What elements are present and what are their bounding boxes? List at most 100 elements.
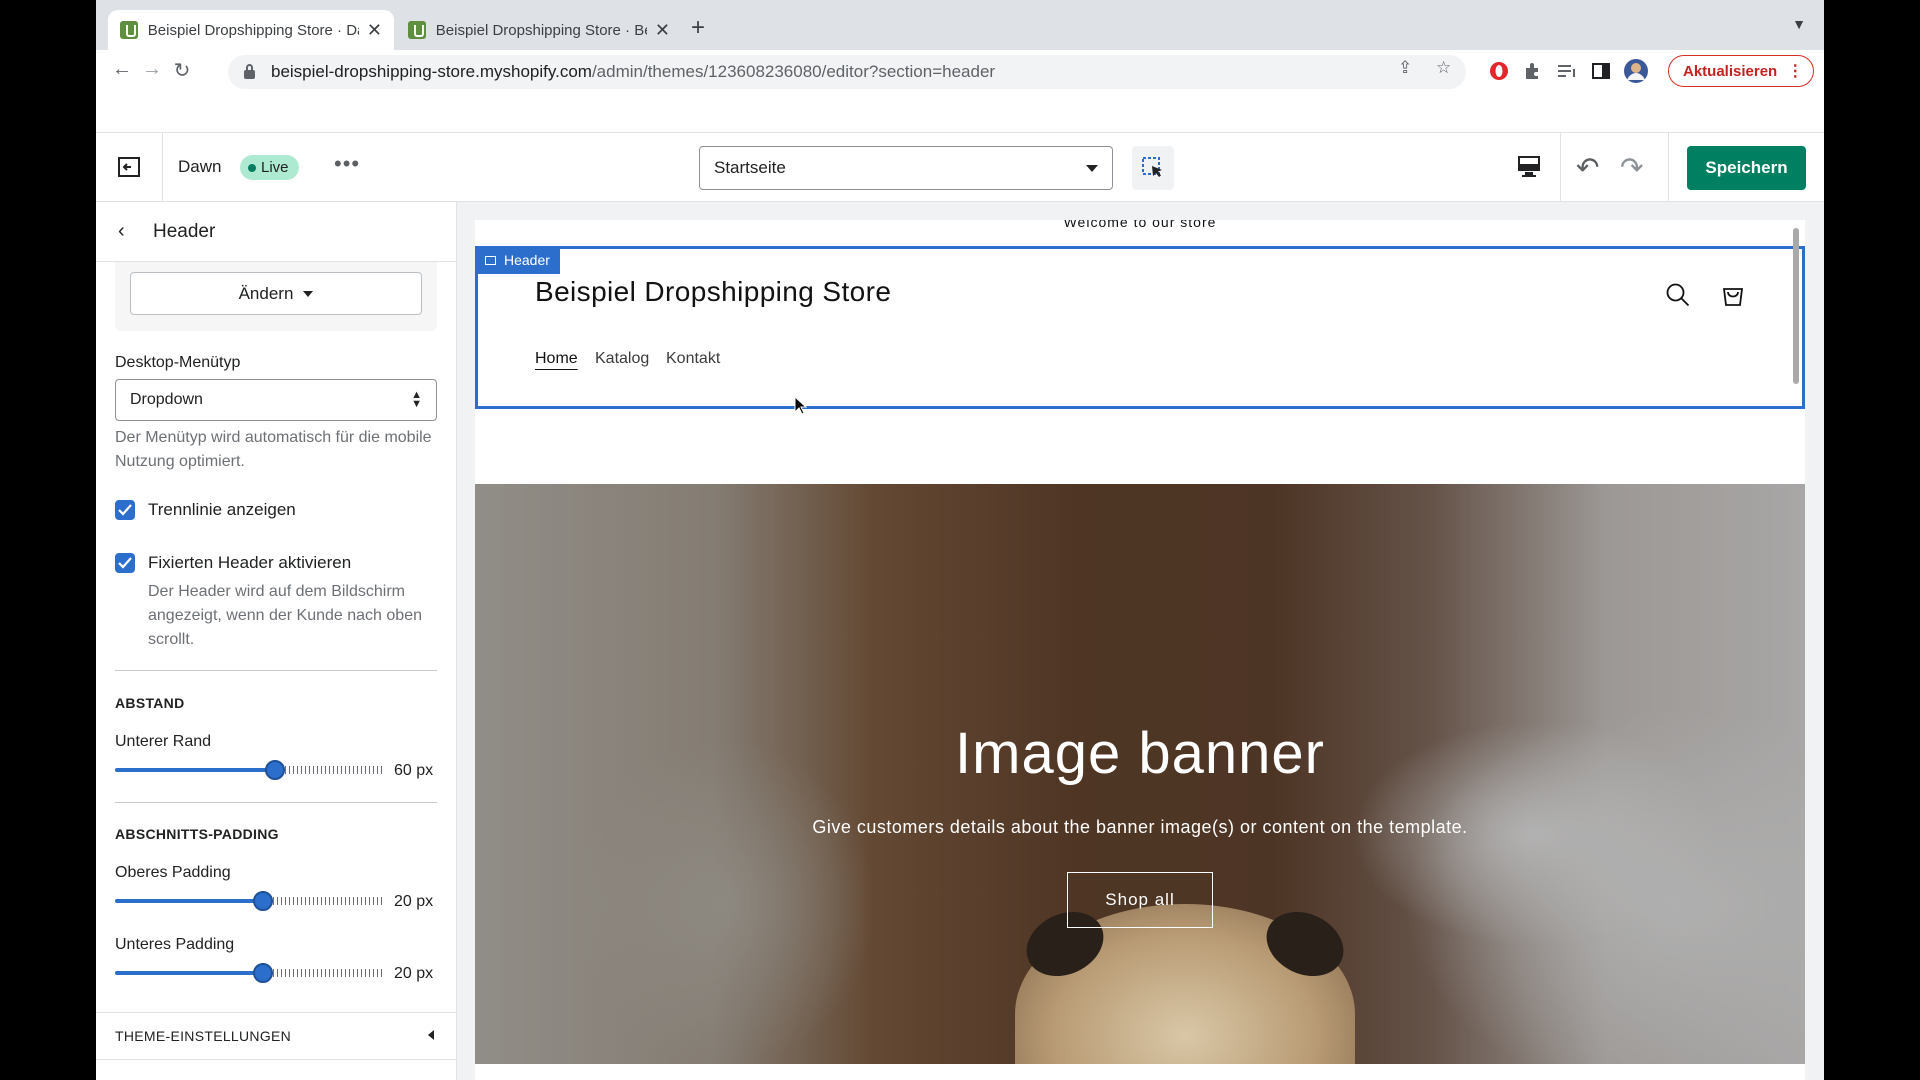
change-menu-button[interactable]: Ändern [130,272,422,315]
banner-title: Image banner [955,721,1325,786]
menu-type-value: Dropdown [130,391,203,408]
image-banner: Image banner Give customers details abou… [475,484,1805,1064]
cart-icon[interactable] [1719,280,1747,308]
side-panel-icon[interactable] [1590,60,1612,82]
header-tag-label: Header [504,252,550,268]
store-preview: Welcome to our store Header Beispiel Dro… [457,202,1824,1080]
extensions-puzzle-icon[interactable] [1522,60,1544,82]
screen: Beispiel Dropshipping Store · Dawn · Sho… [96,0,1824,1080]
bookmark-star-icon[interactable]: ☆ [1436,58,1451,78]
divider-label: Trennlinie anzeigen [148,500,296,519]
menu-type-label: Desktop-Menütyp [115,354,241,371]
live-badge: Live [240,155,299,180]
page-select-value: Startseite [714,158,786,177]
nav-link-kontakt[interactable]: Kontakt [666,350,720,368]
menu-type-select[interactable]: Dropdown ▲ ▼ [115,379,437,421]
reload-icon[interactable]: ↻ [168,58,196,83]
bottom-margin-slider[interactable] [115,760,385,780]
sticky-header-label: Fixierten Header aktivieren [148,553,352,572]
save-button[interactable]: Speichern [1687,146,1806,190]
banner-text: Give customers details about the banner … [812,817,1468,837]
top-padding-slider[interactable] [115,891,385,911]
browser-toolbar: ← → ↻ beispiel-dropshipping-store.myshop… [96,50,1824,94]
settings-sidebar: ‹ Header Ändern Desktop-Menütyp Dropdown… [96,202,457,1080]
tab-title: Beispiel Dropshipping Store · Bearbeiten [435,21,647,39]
slider-ticks [273,897,385,905]
back-icon[interactable]: ← [108,58,136,81]
tab-title: Beispiel Dropshipping Store · Dawn · Sho… [147,21,359,39]
update-label: Aktualisieren [1683,62,1778,80]
checkmark-icon [118,504,132,516]
browser-menu-icon[interactable]: ⋮ [1787,61,1803,81]
divider-checkbox[interactable] [115,500,135,520]
reading-list-icon[interactable] [1556,60,1578,82]
inspect-cursor-icon [1142,157,1162,177]
select-updown-icon: ▲ ▼ [411,389,422,410]
theme-name: Dawn [178,157,222,176]
sticky-header-help: Der Header wird auf dem Bildschirm angez… [148,583,422,648]
desktop-preview-icon[interactable] [1516,153,1542,179]
preview-frame: Welcome to our store Header Beispiel Dro… [475,220,1805,1080]
profile-avatar[interactable] [1623,58,1649,84]
inspector-toggle-button[interactable] [1132,146,1174,190]
section-divider [115,670,437,671]
editor-topbar: Dawn Live ••• Startseite ↶ ↷ Speichern [96,132,1824,202]
nav-link-home[interactable]: Home [535,350,578,368]
padding-heading: ABSCHNITTS-PADDING [115,826,279,842]
tab-search-chevron-icon[interactable]: ▼ [1792,16,1806,32]
menu-type-help: Der Menütyp wird automatisch für die mob… [115,429,432,470]
menu-change-card: Ändern [115,262,437,331]
bottom-margin-label: Unterer Rand [115,733,212,750]
live-dot-icon [248,163,256,172]
more-actions-icon[interactable]: ••• [334,151,360,177]
banner-content: Image banner Give customers details abou… [475,720,1805,928]
slider-fill [115,768,275,772]
undo-icon[interactable]: ↶ [1576,151,1599,184]
new-tab-icon[interactable]: + [691,14,705,42]
header-selection-outline[interactable] [475,246,1805,409]
preview-scrollbar[interactable] [1793,228,1799,384]
announcement-bar: Welcome to our store [1063,220,1217,230]
forward-icon[interactable]: → [138,58,166,81]
sidebar-title: Header [153,221,216,242]
update-browser-button[interactable]: Aktualisieren ⋮ [1668,55,1814,87]
slider-thumb[interactable] [253,891,273,911]
browser-tab[interactable]: Beispiel Dropshipping Store · Bearbeiten… [396,10,682,50]
top-padding-label: Oberes Padding [115,864,231,881]
slider-fill [115,971,263,975]
back-chevron-icon[interactable]: ‹ [118,220,125,243]
url-path: /admin/themes/123608236080/editor?sectio… [591,62,996,81]
exit-editor-icon[interactable] [96,133,163,201]
slider-fill [115,899,263,903]
caret-down-icon [303,290,314,297]
address-bar[interactable]: beispiel-dropshipping-store.myshopify.co… [228,55,1466,89]
bottom-padding-value: 20 px [394,965,434,982]
share-icon[interactable]: ⇪ [1398,58,1412,78]
sidebar-header: ‹ Header [96,202,456,262]
browser-tab-active[interactable]: Beispiel Dropshipping Store · Dawn · Sho… [108,10,394,50]
lock-icon [244,63,255,79]
slider-ticks [273,969,385,977]
redo-icon[interactable]: ↷ [1620,151,1643,184]
close-tab-icon[interactable]: ✕ [367,20,382,41]
opera-extension-icon[interactable] [1488,60,1510,82]
mouse-cursor-icon [794,396,808,415]
bottom-margin-value: 60 px [394,762,434,779]
section-icon [485,255,496,265]
toolbar-divider [1668,133,1669,201]
slider-thumb[interactable] [265,760,285,780]
bottom-padding-slider[interactable] [115,963,385,983]
sticky-header-checkbox[interactable] [115,553,135,573]
banner-pug-image [1015,899,1355,1064]
theme-settings-toggle[interactable]: THEME-EINSTELLUNGEN [96,1012,456,1060]
nav-link-katalog[interactable]: Katalog [595,350,649,368]
url-host: beispiel-dropshipping-store.myshopify.co… [271,62,592,81]
shop-all-button[interactable]: Shop all [1067,872,1213,928]
slider-thumb[interactable] [253,963,273,983]
header-section-tag: Header [475,246,560,274]
caret-left-icon [428,1030,434,1040]
close-tab-icon[interactable]: ✕ [655,20,670,41]
page-select[interactable]: Startseite [699,146,1113,190]
store-name[interactable]: Beispiel Dropshipping Store [535,276,891,308]
search-icon[interactable] [1665,282,1691,308]
